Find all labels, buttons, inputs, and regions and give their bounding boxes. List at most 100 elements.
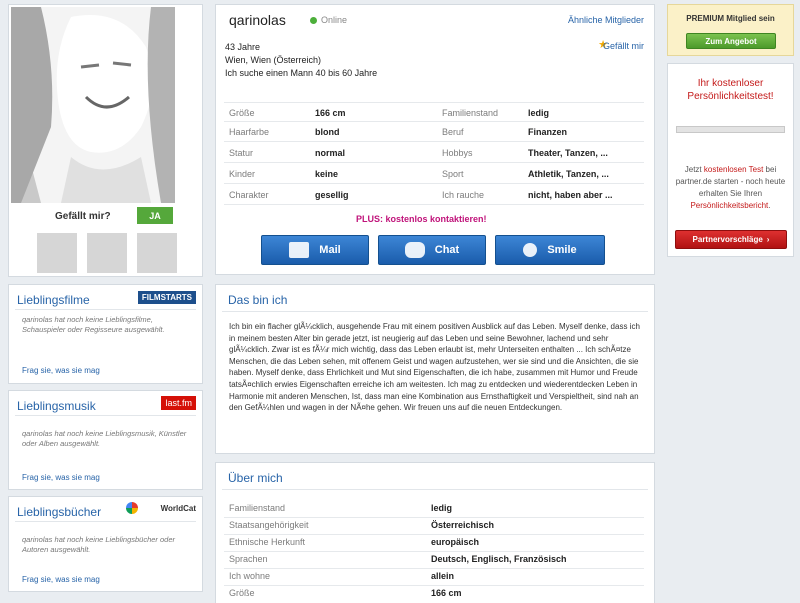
favorite-books-box: Lieblingsbücher WorldCat qarinolas hat n… <box>8 496 203 592</box>
divider <box>15 415 196 416</box>
test-link[interactable]: kostenlosen Test <box>704 165 763 174</box>
detail-label: Staatsangehörigkeit <box>229 520 309 530</box>
attribute-value: ledig <box>528 108 550 118</box>
films-ask-link[interactable]: Frag sie, was sie mag <box>22 366 100 375</box>
attribute-row: Kinder keine Sport Athletik, Tanzen, ... <box>224 164 644 184</box>
test-text: . <box>768 201 771 210</box>
chat-bubble-icon <box>404 242 425 258</box>
partner-button-label: Partnervorschläge <box>692 235 763 244</box>
chevron-right-icon: › <box>766 235 770 244</box>
search-preference: Ich suche einen Mann 40 bis 60 Jahre <box>225 68 378 78</box>
detail-row: Ich wohne allein <box>224 569 644 586</box>
films-title: Lieblingsfilme <box>17 293 90 307</box>
detail-value: ledig <box>431 503 453 513</box>
attribute-value: normal <box>315 148 346 158</box>
attribute-value: Theater, Tanzen, ... <box>528 148 608 158</box>
premium-text: PREMIUM Mitglied sein <box>686 14 775 23</box>
like-question: Gefällt mir? <box>55 211 111 222</box>
detail-row: Familienstand ledig <box>224 501 644 518</box>
detail-value: 166 cm <box>431 588 462 598</box>
favorite-music-box: Lieblingsmusik last.fm qarinolas hat noc… <box>8 390 203 490</box>
attribute-value: Athletik, Tanzen, ... <box>528 169 609 179</box>
similar-members-link[interactable]: Ähnliche Mitglieder <box>568 15 644 25</box>
photo-thumbnail[interactable] <box>87 233 127 273</box>
age: 43 Jahre <box>225 42 261 52</box>
books-title: Lieblingsbücher <box>17 505 102 519</box>
attribute-row: Charakter gesellig Ich rauche nicht, hab… <box>224 185 644 205</box>
attribute-label: Haarfarbe <box>229 127 270 137</box>
detail-label: Größe <box>229 588 255 598</box>
lastfm-logo: last.fm <box>161 396 196 410</box>
smiley-icon <box>523 243 538 257</box>
attribute-label: Größe <box>229 108 255 118</box>
envelope-icon <box>289 242 310 258</box>
attribute-row: Statur normal Hobbys Theater, Tanzen, ..… <box>224 143 644 163</box>
detail-label: Ethnische Herkunft <box>229 537 306 547</box>
divider <box>222 311 648 312</box>
attribute-value: keine <box>315 169 339 179</box>
mail-button[interactable]: Mail <box>261 235 369 265</box>
detail-row: Größe 166 cm <box>224 586 644 603</box>
detail-value: Österreichisch <box>431 520 495 530</box>
online-status: Online <box>321 15 348 25</box>
attribute-value: blond <box>315 127 340 137</box>
detail-value: Deutsch, Englisch, Französisch <box>431 554 567 564</box>
attributes-table: Größe 166 cm Familienstand ledig Haarfar… <box>224 102 644 206</box>
divider <box>222 489 648 490</box>
books-ask-link[interactable]: Frag sie, was sie mag <box>22 575 100 584</box>
detail-label: Familienstand <box>229 503 286 513</box>
divider <box>15 309 196 310</box>
plus-contact-text[interactable]: PLUS: kostenlos kontaktieren! <box>356 214 487 224</box>
detail-label: Ich wohne <box>229 571 271 581</box>
partner-suggestions-button[interactable]: Partnervorschläge › <box>675 230 787 249</box>
about-me-box: Das bin ich Ich bin ein flacher glÃ¼ckli… <box>215 284 655 454</box>
attribute-label: Hobbys <box>442 148 473 158</box>
username: qarinolas <box>229 12 286 28</box>
attribute-row: Größe 166 cm Familienstand ledig <box>224 102 644 122</box>
worldcat-logo: WorldCat <box>160 504 196 513</box>
photo-thumbnail[interactable] <box>137 233 177 273</box>
location: Wien, Wien (Österreich) <box>225 55 322 65</box>
like-yes-button[interactable]: JA <box>137 207 173 224</box>
attribute-value: 166 cm <box>315 108 346 118</box>
detail-label: Sprachen <box>229 554 268 564</box>
books-empty-text: qarinolas hat noch keine Lieblingsbücher… <box>22 535 176 554</box>
like-link[interactable]: Gefällt mir <box>603 41 644 51</box>
detail-value: allein <box>431 571 455 581</box>
offer-button[interactable]: Zum Angebot <box>686 33 776 49</box>
attribute-label: Beruf <box>442 127 464 137</box>
divider <box>15 521 196 522</box>
online-status-dot <box>310 17 317 24</box>
attribute-label: Statur <box>229 148 254 158</box>
chat-button[interactable]: Chat <box>378 235 486 265</box>
mail-button-label: Mail <box>319 244 341 256</box>
attribute-label: Kinder <box>229 169 256 179</box>
smile-button[interactable]: Smile <box>495 235 605 265</box>
about-title: Das bin ich <box>228 293 288 307</box>
music-ask-link[interactable]: Frag sie, was sie mag <box>22 473 100 482</box>
details-box: Über mich Familienstand ledig Staatsangeh… <box>215 462 655 603</box>
test-text: Jetzt <box>684 165 704 174</box>
test-progress-bar <box>676 126 785 133</box>
test-title: Ihr kostenloser Persönlichkeitstest! <box>687 78 774 102</box>
profile-photo[interactable] <box>11 7 175 203</box>
premium-box: PREMIUM Mitglied sein Zum Angebot <box>667 4 794 56</box>
detail-value: europäisch <box>431 537 480 547</box>
details-title: Über mich <box>228 471 283 485</box>
attribute-label: Ich rauche <box>442 190 485 200</box>
test-description: Jetzt kostenlosen Test bei partner.de st… <box>674 164 787 212</box>
chat-button-label: Chat <box>434 244 460 256</box>
attribute-row: Haarfarbe blond Beruf Finanzen <box>224 122 644 142</box>
detail-row: Staatsangehörigkeit Österreichisch <box>224 518 644 535</box>
photo-thumbnail[interactable] <box>37 233 77 273</box>
personality-test-box: Ihr kostenloser Persönlichkeitstest! Jet… <box>667 63 794 257</box>
photo-panel: Gefällt mir? JA <box>8 4 203 277</box>
detail-row: Ethnische Herkunft europäisch <box>224 535 644 552</box>
about-text: Ich bin ein flacher glÃ¼cklich, ausgehen… <box>229 322 640 413</box>
report-link[interactable]: Persönlichkeitsbericht <box>690 201 768 210</box>
filmstarts-logo: FILMSTARTS <box>137 291 196 304</box>
worldcat-logo-icon <box>126 502 138 514</box>
films-empty-text: qarinolas hat noch keine Lieblingsfilme,… <box>22 315 165 334</box>
profile-photo-image <box>11 7 175 203</box>
attribute-label: Familienstand <box>442 108 499 118</box>
